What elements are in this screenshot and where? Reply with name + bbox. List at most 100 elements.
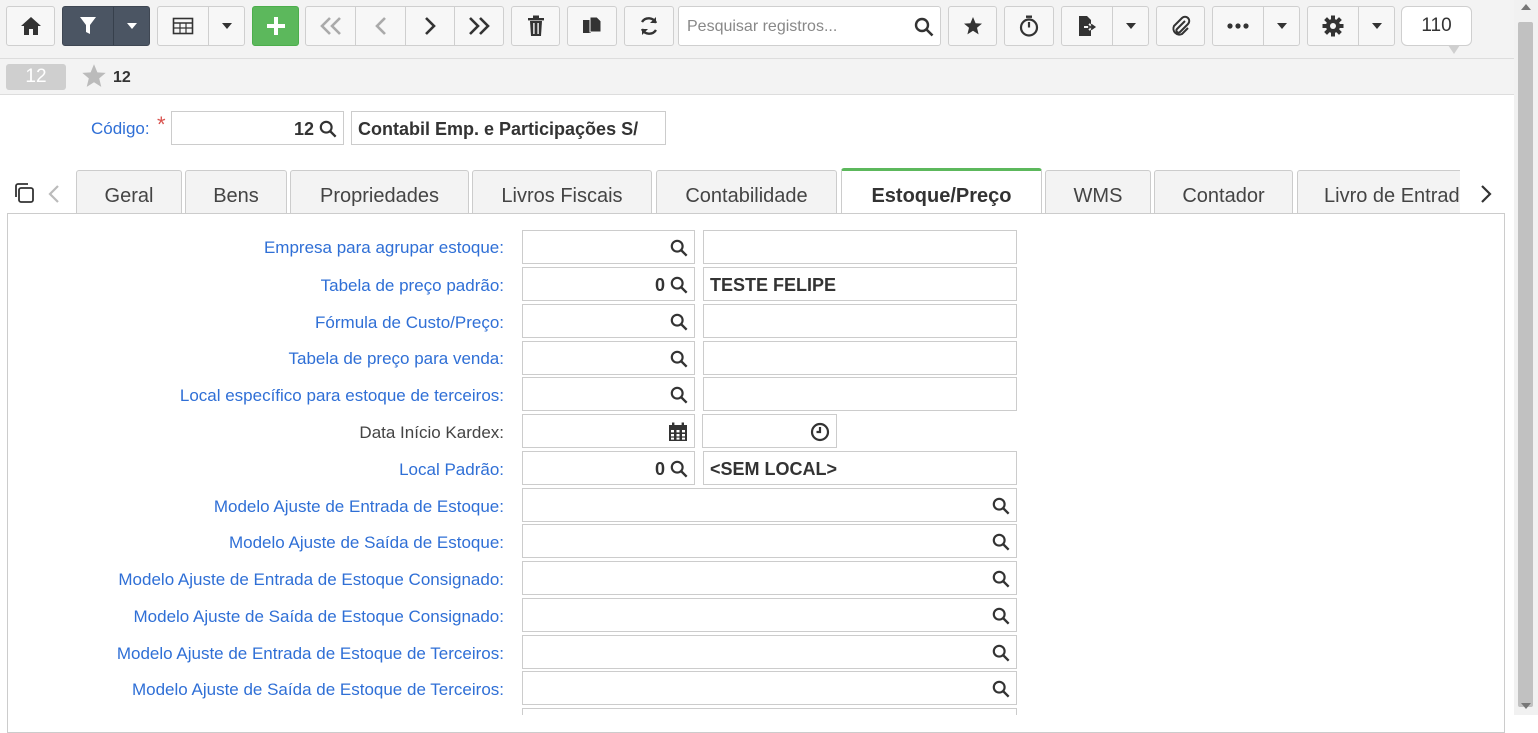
field-label-empresa-agrupar-estoque: Empresa para agrupar estoque: [263,238,504,257]
tab-contabilidade[interactable]: Contabilidade [656,170,837,214]
search-icon[interactable] [670,313,688,331]
clock-icon[interactable] [810,422,830,442]
search-icon[interactable] [992,607,1010,625]
search-icon[interactable] [992,497,1010,515]
tab-scroll-right-icon[interactable] [1478,183,1494,205]
empresa-agrupar-estoque-desc[interactable] [703,230,1017,264]
codigo-input[interactable]: 12 [171,111,344,145]
attach-button[interactable] [1156,6,1205,46]
prev-record-button[interactable] [356,7,405,45]
delete-button[interactable] [511,6,560,46]
view-dropdown[interactable] [209,7,245,45]
star-icon[interactable] [81,63,107,89]
export-dropdown[interactable] [1113,7,1149,45]
search-icon[interactable] [670,460,688,478]
tabela-preco-padrao-code-input[interactable]: 0 [522,267,695,301]
local-padrao-code-input[interactable]: 0 [522,451,695,485]
modelo-ajuste-entrada-consignado-input[interactable] [522,561,1017,595]
paperclip-icon [1171,15,1190,36]
caret-down-icon [1126,23,1136,29]
empresa-agrupar-estoque-code-input[interactable] [522,230,695,264]
search-icon[interactable] [992,570,1010,588]
more-button[interactable] [1213,7,1263,45]
field-label-formula-custo-preco: Fórmula de Custo/Preço: [315,313,504,332]
home-button[interactable] [6,6,55,46]
modelo-ajuste-saida-terceiros-input[interactable] [522,671,1017,705]
favorite-button[interactable] [948,6,997,46]
tabela-preco-padrao-desc[interactable]: TESTE FELIPE [703,267,1017,301]
codigo-description[interactable]: Contabil Emp. e Participações S/ [351,111,666,145]
tab-estoque-preco[interactable]: Estoque/Preço [841,168,1042,214]
settings-dropdown[interactable] [1359,7,1395,45]
tab-livro-de-entrada[interactable]: Livro de Entrad [1297,170,1460,214]
search-icon[interactable] [670,386,688,404]
local-padrao-desc[interactable]: <SEM LOCAL> [703,451,1017,485]
tab-geral[interactable]: Geral [76,170,182,214]
modelo-ajuste-saida-consignado-input[interactable] [522,598,1017,632]
filter-dropdown[interactable] [114,7,150,45]
chevron-left-icon [374,17,386,35]
formula-custo-preco-desc[interactable] [703,304,1017,338]
filter-button[interactable] [63,7,113,45]
record-badge[interactable]: 12 [6,64,66,90]
search-icon[interactable] [914,17,934,37]
field-code-value: 0 [654,459,665,479]
search-icon[interactable] [992,644,1010,662]
field-label-tabela-preco-venda: Tabela de preço para venda: [288,349,505,368]
calendar-icon[interactable] [668,422,688,442]
next-record-button[interactable] [406,7,454,45]
modelo-ajuste-saida-estoque-input[interactable] [522,524,1017,558]
add-button[interactable] [252,6,299,46]
duplicate-button[interactable] [567,6,617,46]
copy-icon[interactable] [12,181,36,205]
double-chevron-left-icon [319,17,341,35]
tab-scroll-left-icon[interactable] [46,183,62,205]
local-estoque-terceiros-desc[interactable] [703,377,1017,411]
field-label-modelo-ajuste-saida-estoque: Modelo Ajuste de Saída de Estoque: [228,533,504,552]
field-label-modelo-ajuste-entrada-estoque: Modelo Ajuste de Entrada de Estoque: [213,497,504,516]
search-icon[interactable] [670,350,688,368]
search-input[interactable] [685,7,909,47]
settings-button-group [1307,6,1395,46]
tab-wms[interactable]: WMS [1045,170,1151,214]
last-record-button[interactable] [455,7,503,45]
plus-icon [266,17,285,35]
timer-button[interactable] [1004,6,1054,46]
home-icon [20,17,41,35]
search-icon[interactable] [992,533,1010,551]
field-label-local-padrao: Local Padrão: [399,460,504,479]
tab-contador[interactable]: Contador [1154,170,1293,214]
record-nav-group [305,6,504,46]
tab-propriedades[interactable]: Propriedades [290,170,469,214]
record-count-box[interactable]: 110 [1401,6,1472,54]
search-icon[interactable] [992,680,1010,698]
stopwatch-icon [1019,15,1039,37]
search-icon[interactable] [670,239,688,257]
field-label-data-inicio-kardex: Data Início Kardex: [359,423,504,442]
export-button[interactable] [1062,7,1112,45]
double-chevron-right-icon [469,17,490,35]
modelo-ajuste-entrada-estoque-input[interactable] [522,488,1017,522]
data-inicio-kardex-date-input[interactable] [522,414,695,448]
modelo-ajuste-entrada-terceiros-input[interactable] [522,635,1017,669]
settings-button[interactable] [1308,7,1358,45]
scrollbar-thumb[interactable] [1518,22,1533,707]
data-inicio-kardex-time-input[interactable] [702,414,837,448]
first-record-button[interactable] [306,7,355,45]
tabela-preco-venda-desc[interactable] [703,341,1017,375]
next-field-input[interactable] [522,708,1017,715]
tab-bens[interactable]: Bens [185,170,287,214]
more-dropdown[interactable] [1264,7,1300,45]
scroll-down-arrow-icon[interactable] [1521,703,1531,709]
search-icon[interactable] [670,276,688,294]
refresh-button[interactable] [624,6,674,46]
scroll-up-arrow-icon[interactable] [1521,4,1531,10]
search-icon[interactable] [319,120,337,138]
tab-livros-fiscais[interactable]: Livros Fiscais [472,170,652,214]
tabela-preco-venda-code-input[interactable] [522,341,695,375]
favorite-record-id[interactable]: 12 [113,69,131,87]
local-estoque-terceiros-code-input[interactable] [522,377,695,411]
vertical-scrollbar[interactable] [1514,0,1538,715]
formula-custo-preco-code-input[interactable] [522,304,695,338]
grid-view-button[interactable] [158,7,208,45]
